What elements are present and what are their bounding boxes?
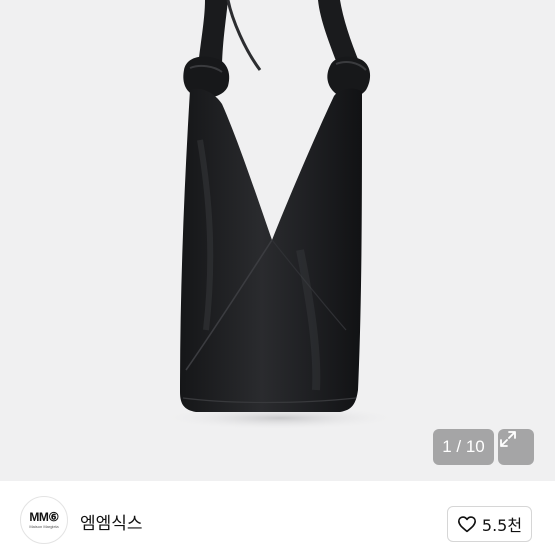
logo-text: MM⑥ — [29, 510, 59, 524]
seller-avatar[interactable]: MM⑥ Maison Margiela — [20, 496, 68, 544]
expand-arrows-icon — [500, 431, 516, 447]
expand-button[interactable] — [498, 429, 534, 465]
heart-outline-icon — [457, 516, 476, 533]
image-counter: 1 / 10 — [433, 429, 494, 465]
like-count: 5.5천 — [481, 516, 523, 535]
product-image — [160, 0, 400, 430]
seller-name[interactable]: 엠엠식스 — [80, 509, 143, 534]
logo-subtext: Maison Margiela — [29, 524, 59, 529]
image-counter-text: 1 / 10 — [442, 437, 485, 456]
product-image-carousel[interactable]: 1 / 10 — [0, 0, 555, 481]
like-button[interactable]: 5.5천 — [447, 506, 532, 542]
